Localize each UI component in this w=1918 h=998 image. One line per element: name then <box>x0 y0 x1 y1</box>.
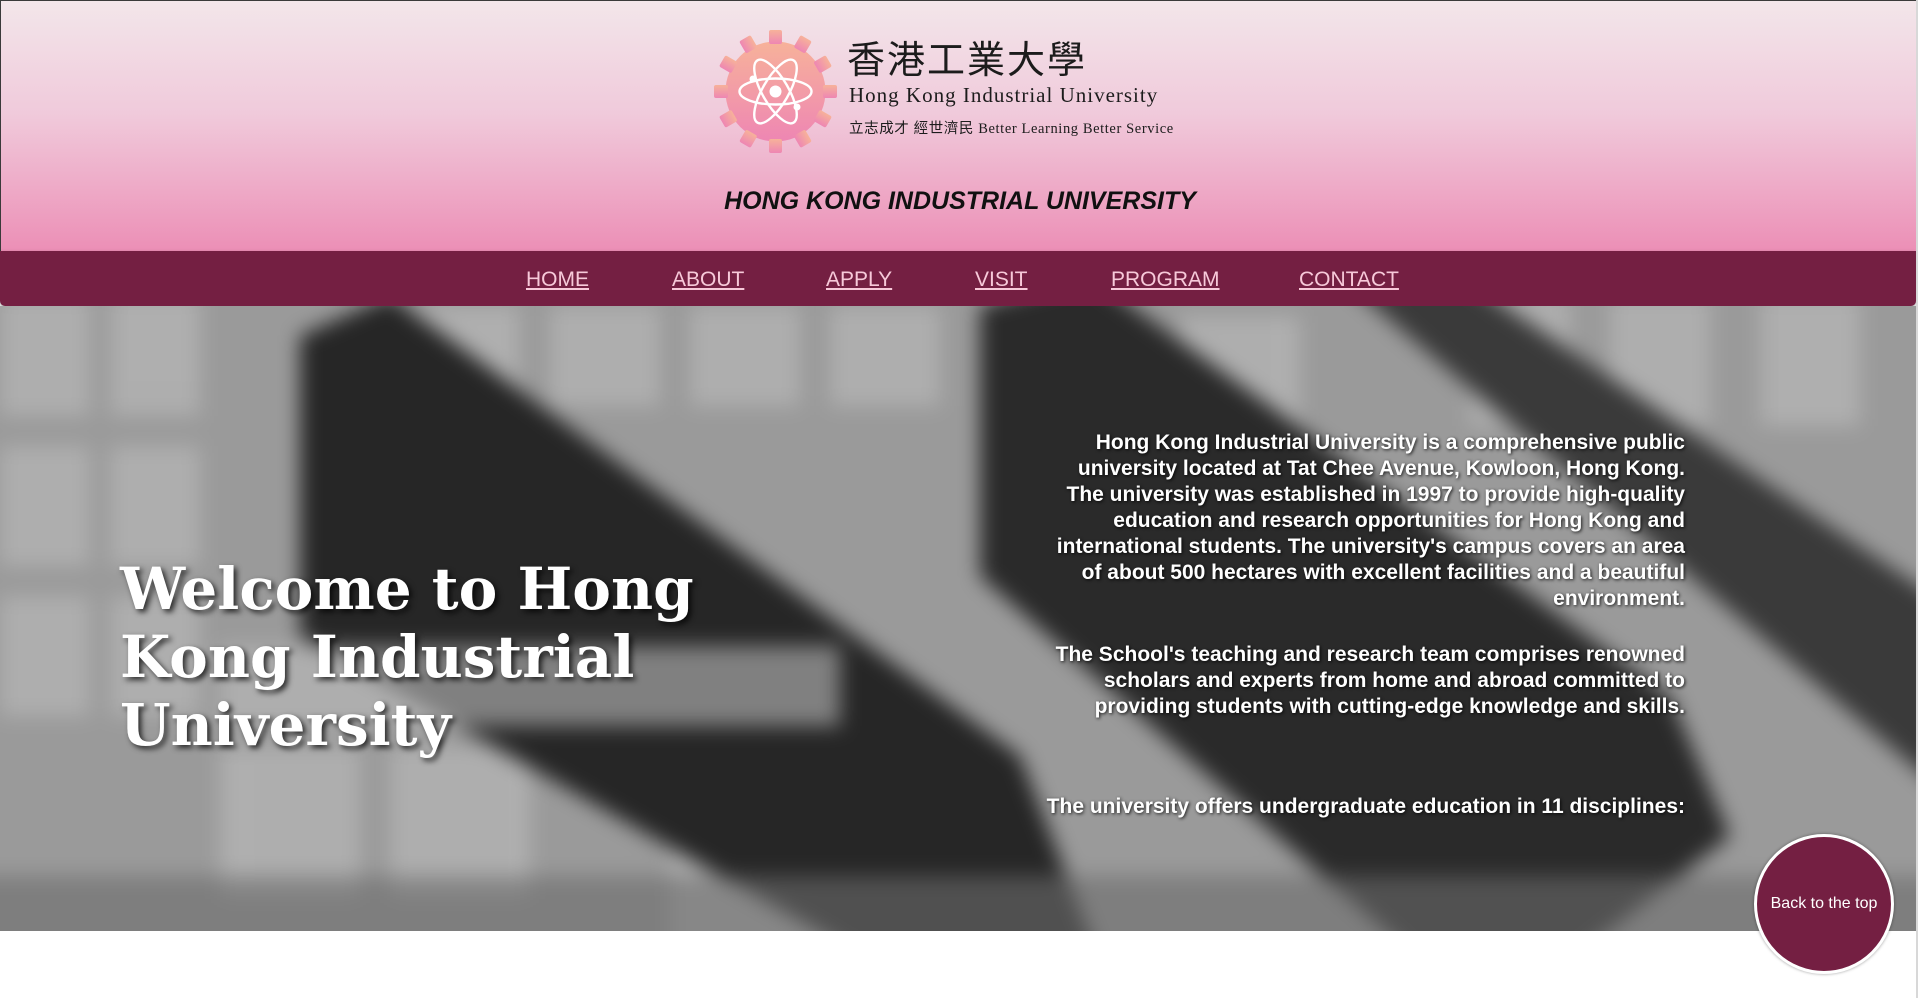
page: 香港工業大學 Hong Kong Industrial University 立… <box>0 0 1918 998</box>
site-title: HONG KONG INDUSTRIAL UNIVERSITY <box>724 187 1196 215</box>
hero-paragraph-team: The School's teaching and research team … <box>1055 643 1685 718</box>
nav-link-apply[interactable]: APPLY <box>826 268 892 292</box>
back-to-top-button[interactable]: Back to the top <box>1754 834 1894 974</box>
nav-link-about[interactable]: ABOUT <box>672 268 744 292</box>
hero-paragraph-disciplines: The university offers undergraduate educ… <box>1046 795 1685 818</box>
university-logo[interactable]: 香港工業大學 Hong Kong Industrial University 立… <box>713 29 1213 154</box>
logo-english-name: Hong Kong Industrial University <box>849 83 1159 107</box>
hero-paragraph-intro: Hong Kong Industrial University is a com… <box>1056 431 1685 610</box>
hero-heading: Welcome to Hong Kong Industrial Universi… <box>120 554 694 759</box>
nav-link-contact[interactable]: CONTACT <box>1299 268 1399 292</box>
logo-motto: 立志成才 經世濟民 Better Learning Better Service <box>849 121 1174 137</box>
site-header: 香港工業大學 Hong Kong Industrial University 立… <box>0 0 1918 251</box>
main-nav: HOME ABOUT APPLY VISIT PROGRAM CONTACT <box>0 251 1916 306</box>
logo-chinese-name: 香港工業大學 <box>847 38 1088 82</box>
atom-gear-icon <box>714 30 837 153</box>
nav-link-home[interactable]: HOME <box>526 268 589 292</box>
nav-link-program[interactable]: PROGRAM <box>1111 268 1220 292</box>
hero-section: Welcome to Hong Kong Industrial Universi… <box>0 306 1918 931</box>
nav-link-visit[interactable]: VISIT <box>975 268 1028 292</box>
